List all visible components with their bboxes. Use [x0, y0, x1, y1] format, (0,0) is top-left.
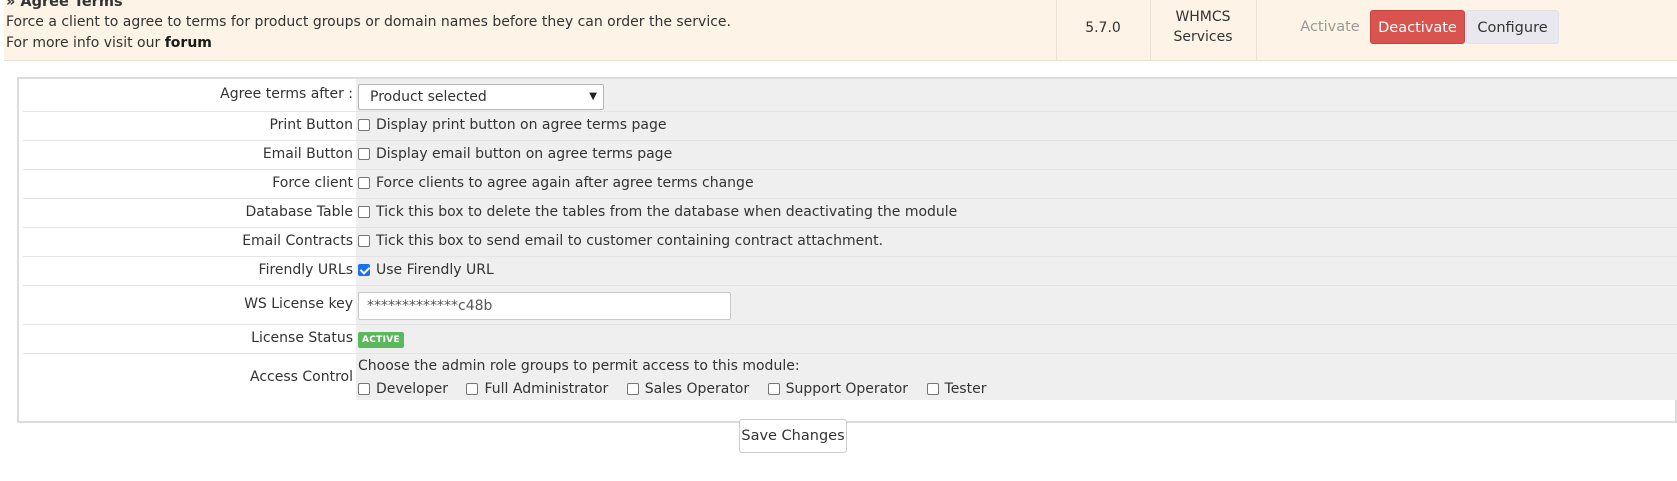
config-field: Choose the admin role groups to permit a…: [356, 354, 1677, 400]
module-info: » Agree Terms Force a client to agree to…: [6, 0, 1126, 54]
email-button-text: Display email button on agree terms page: [376, 146, 673, 162]
deactivate-button[interactable]: Deactivate: [1370, 10, 1465, 44]
role-name: Developer: [376, 381, 449, 397]
license-status-badge: ACTIVE: [358, 332, 404, 348]
config-label: WS License key: [23, 286, 353, 324]
author-line-2: Services: [1173, 29, 1233, 45]
config-row-print-button: Print Button Display print button on agr…: [23, 112, 1677, 141]
force-client-option: Force clients to agree again after agree…: [358, 175, 754, 191]
activate-button[interactable]: Activate: [1290, 10, 1370, 44]
config-field: Use Firendly URL: [356, 257, 1677, 285]
column-divider: [1256, 0, 1257, 60]
config-row-license-status: License Status ACTIVE: [23, 325, 1677, 354]
email-contracts-text: Tick this box to send email to customer …: [376, 233, 884, 249]
role-checkbox[interactable]: [466, 383, 479, 395]
module-title: » Agree Terms: [6, 0, 123, 10]
config-label: Agree terms after :: [23, 79, 353, 111]
config-field: Display email button on agree terms page: [356, 141, 1677, 169]
role-name: Tester: [944, 381, 987, 397]
email-button-option: Display email button on agree terms page: [358, 146, 672, 162]
config-label: Email Contracts: [23, 228, 353, 256]
config-field: *************c48b: [356, 286, 1677, 324]
force-client-label: Force client: [272, 175, 353, 191]
config-field: Product selected ▼: [356, 79, 1677, 111]
database-table-label: Database Table: [245, 204, 353, 220]
config-field: Tick this box to send email to customer …: [356, 228, 1677, 256]
config-field: Display print button on agree terms page: [356, 112, 1677, 140]
friendly-urls-option: Use Firendly URL: [358, 262, 494, 278]
access-control-roles: Developer Full Administrator Sales Opera…: [358, 381, 1000, 397]
config-field: Force clients to agree again after agree…: [356, 170, 1677, 198]
module-version: 5.7.0: [1085, 20, 1121, 36]
config-row-database-table: Database Table Tick this box to delete t…: [23, 199, 1677, 228]
chevron-down-icon: ▼: [589, 91, 597, 102]
config-row-license-key: WS License key *************c48b: [23, 286, 1677, 325]
email-contracts-checkbox[interactable]: [358, 235, 370, 247]
force-client-checkbox[interactable]: [358, 177, 370, 189]
role-checkbox[interactable]: [767, 383, 780, 395]
module-row: » Agree Terms Force a client to agree to…: [4, 0, 1677, 61]
more-info-text: For more info visit our: [6, 35, 165, 51]
role-option-full-administrator: Full Administrator: [466, 381, 608, 397]
config-row-friendly-urls: Firendly URLs Use Firendly URL: [23, 257, 1677, 286]
email-contracts-label: Email Contracts: [242, 233, 353, 249]
agree-after-select[interactable]: Product selected ▼: [358, 84, 604, 110]
role-option-developer: Developer: [358, 381, 448, 397]
role-name: Full Administrator: [484, 381, 609, 397]
license-key-input[interactable]: *************c48b: [358, 292, 731, 320]
config-row-email-button: Email Button Display email button on agr…: [23, 141, 1677, 170]
config-field: Tick this box to delete the tables from …: [356, 199, 1677, 227]
print-button-text: Display print button on agree terms page: [376, 117, 667, 133]
license-key-label: WS License key: [244, 296, 353, 312]
database-table-option: Tick this box to delete the tables from …: [358, 204, 957, 220]
config-label: Force client: [23, 170, 353, 198]
role-option-support-operator: Support Operator: [767, 381, 909, 397]
friendly-urls-label: Firendly URLs: [258, 262, 353, 278]
config-panel: Agree terms after : Product selected ▼ P…: [17, 77, 1677, 423]
config-label: Access Control: [23, 354, 353, 400]
agree-after-value: Product selected: [370, 89, 487, 105]
print-button-checkbox[interactable]: [358, 119, 370, 131]
role-option-sales-operator: Sales Operator: [626, 381, 750, 397]
license-status-label: License Status: [251, 330, 353, 346]
database-table-text: Tick this box to delete the tables from …: [376, 204, 958, 220]
email-button-checkbox[interactable]: [358, 148, 370, 160]
role-name: Sales Operator: [644, 381, 750, 397]
role-checkbox[interactable]: [926, 383, 939, 395]
print-button-option: Display print button on agree terms page: [358, 117, 666, 133]
module-more-info: For more info visit our forum: [6, 33, 1126, 54]
email-button-label: Email Button: [262, 146, 353, 162]
database-table-checkbox[interactable]: [358, 206, 370, 218]
role-checkbox[interactable]: [358, 383, 370, 395]
access-control-label: Access Control: [250, 369, 353, 385]
config-label: Print Button: [23, 112, 353, 140]
force-client-text: Force clients to agree again after agree…: [376, 175, 754, 191]
config-row-force-client: Force client Force clients to agree agai…: [23, 170, 1677, 199]
config-label: Email Button: [23, 141, 353, 169]
config-row-email-contracts: Email Contracts Tick this box to send em…: [23, 228, 1677, 257]
author-line-1: WHMCS: [1175, 9, 1231, 25]
config-row-access-control: Access Control Choose the admin role gro…: [23, 354, 1677, 400]
friendly-urls-checkbox[interactable]: [358, 264, 370, 276]
config-label: Firendly URLs: [23, 257, 353, 285]
agree-after-label: Agree terms after :: [220, 86, 353, 102]
module-description: Force a client to agree to terms for pro…: [6, 14, 731, 30]
access-control-intro: Choose the admin role groups to permit a…: [358, 358, 800, 374]
config-field: ACTIVE: [356, 325, 1677, 353]
role-name: Support Operator: [785, 381, 909, 397]
configure-button[interactable]: Configure: [1466, 10, 1559, 44]
forum-link[interactable]: forum: [165, 35, 212, 51]
email-contracts-option: Tick this box to send email to customer …: [358, 233, 883, 249]
config-row-agree-after: Agree terms after : Product selected ▼: [23, 79, 1677, 112]
config-label: License Status: [23, 325, 353, 353]
friendly-urls-text: Use Firendly URL: [376, 262, 494, 278]
config-label: Database Table: [23, 199, 353, 227]
module-author: WHMCS Services: [1150, 0, 1256, 56]
role-option-tester: Tester: [926, 381, 987, 397]
role-checkbox[interactable]: [626, 383, 639, 395]
print-button-label: Print Button: [269, 117, 353, 133]
save-changes-button[interactable]: Save Changes: [739, 419, 847, 453]
